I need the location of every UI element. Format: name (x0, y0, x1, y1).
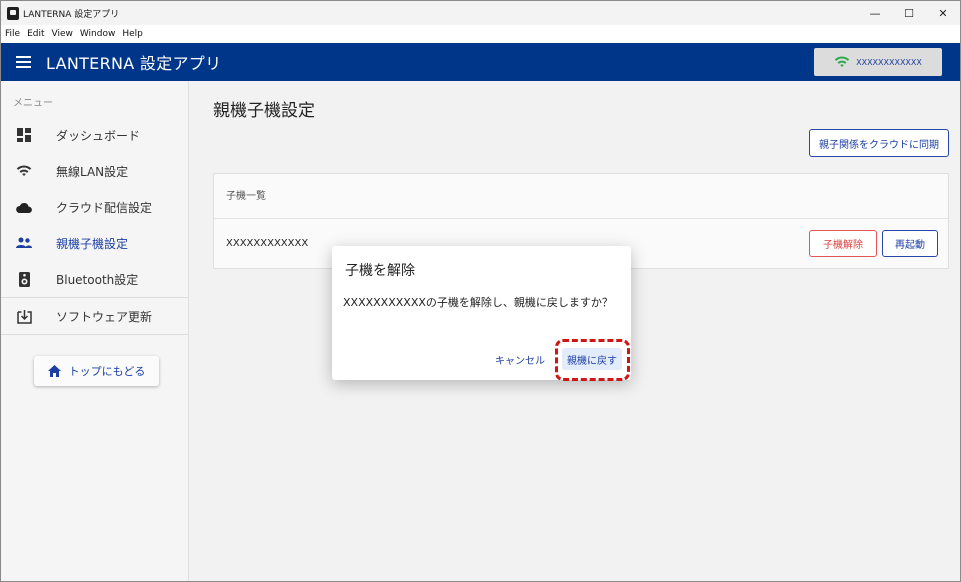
dialog-title: 子機を解除 (345, 263, 415, 279)
menu-file[interactable]: File (5, 29, 20, 39)
wifi-status-button[interactable]: XXXXXXXXXXXX (814, 48, 942, 76)
release-child-button[interactable]: 子機解除 (809, 230, 877, 257)
release-confirm-dialog: 子機を解除 XXXXXXXXXXXの子機を解除し、親機に戻しますか？ キャンセル… (332, 246, 631, 380)
back-to-top-label: トップにもどる (68, 365, 146, 378)
sidebar-item-bluetooth[interactable]: Bluetooth設定 (1, 261, 188, 297)
sidebar-divider (1, 334, 188, 335)
minimize-button[interactable]: — (858, 1, 892, 25)
card-divider (214, 218, 948, 219)
dashboard-icon (16, 127, 32, 143)
title-bar: LANTERNA 設定アプリ — ☐ ✕ (1, 1, 960, 25)
sidebar-item-label: ダッシュボード (56, 128, 141, 143)
menu-bar: File Edit View Window Help (1, 25, 960, 43)
window-title: LANTERNA 設定アプリ (23, 9, 120, 20)
speaker-icon (16, 271, 32, 287)
app-header: LANTERNA 設定アプリ XXXXXXXXXXXX (1, 43, 960, 81)
sidebar-item-label: 親機子機設定 (56, 236, 129, 251)
child-list-header: 子機一覧 (226, 191, 266, 202)
sidebar-item-wifi[interactable]: 無線LAN設定 (1, 153, 188, 189)
wifi-icon (16, 163, 32, 179)
menu-window[interactable]: Window (80, 29, 116, 39)
app-window: LANTERNA 設定アプリ — ☐ ✕ File Edit View Wind… (0, 0, 961, 582)
menu-edit[interactable]: Edit (27, 29, 44, 39)
child-device-name: XXXXXXXXXXXX (226, 238, 309, 249)
page-title: 親機子機設定 (213, 101, 315, 121)
download-box-icon (16, 308, 32, 324)
close-button[interactable]: ✕ (926, 1, 960, 25)
app-logo-icon (7, 6, 19, 20)
menu-view[interactable]: View (52, 29, 73, 39)
hamburger-menu-icon[interactable] (16, 56, 31, 68)
cloud-icon (16, 199, 32, 215)
wifi-icon (834, 56, 850, 67)
people-icon (16, 235, 32, 251)
dialog-message: XXXXXXXXXXXの子機を解除し、親機に戻しますか？ (343, 296, 613, 309)
sidebar-item-label: ソフトウェア更新 (56, 309, 153, 324)
sidebar-item-software-update[interactable]: ソフトウェア更新 (1, 298, 188, 334)
sidebar-item-dashboard[interactable]: ダッシュボード (1, 117, 188, 153)
menu-help[interactable]: Help (122, 29, 143, 39)
sidebar-item-parent-child[interactable]: 親機子機設定 (1, 225, 188, 261)
wifi-ssid: XXXXXXXXXXXX (856, 57, 922, 67)
sidebar-item-label: 無線LAN設定 (56, 164, 129, 179)
back-to-top-button[interactable]: トップにもどる (34, 356, 159, 386)
maximize-button[interactable]: ☐ (892, 1, 926, 25)
window-controls: — ☐ ✕ (858, 1, 960, 25)
app-title: LANTERNA 設定アプリ (46, 54, 222, 73)
sidebar-item-label: Bluetooth設定 (56, 272, 139, 287)
dialog-cancel-button[interactable]: キャンセル (495, 352, 545, 367)
dialog-confirm-button[interactable]: 親機に戻す (562, 348, 622, 370)
sync-to-cloud-button[interactable]: 親子関係をクラウドに同期 (809, 129, 949, 157)
sidebar-item-cloud[interactable]: クラウド配信設定 (1, 189, 188, 225)
sidebar-item-label: クラウド配信設定 (56, 200, 153, 215)
sidebar-heading: メニュー (13, 98, 53, 109)
sidebar: メニュー ダッシュボード 無線LAN設定 クラウド配信設定 親機子機設定 Blu… (1, 81, 189, 581)
home-icon (47, 362, 61, 381)
reboot-button[interactable]: 再起動 (882, 230, 938, 257)
